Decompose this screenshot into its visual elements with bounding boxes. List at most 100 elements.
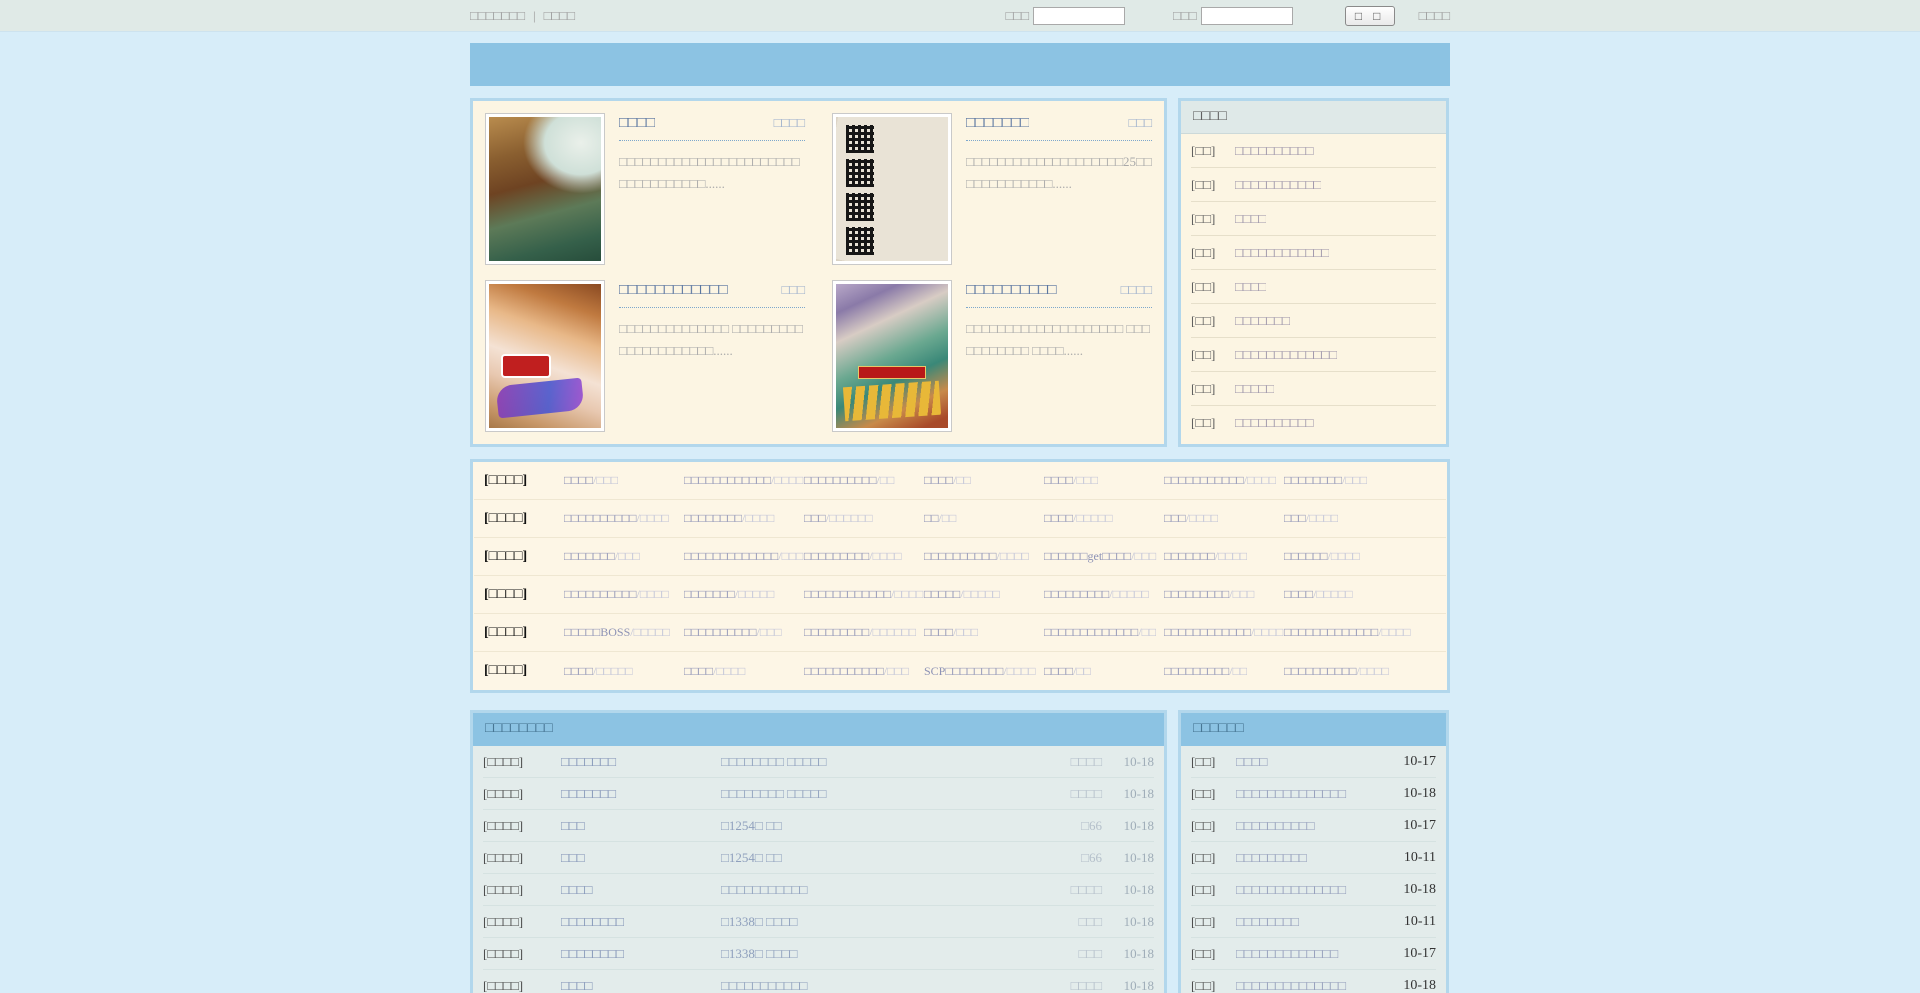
- category-book-link[interactable]: □□□□□□□□□/□□□□: [804, 549, 924, 564]
- book-title-link[interactable]: □□□□: [619, 115, 655, 132]
- ranking-item[interactable]: [□□] □□□□□□□□□□: [1191, 134, 1436, 168]
- category-book-link[interactable]: □□□□□□get□□□□/□□□: [1044, 549, 1164, 564]
- topbar-link-left-1[interactable]: □□□□□□□: [470, 8, 525, 24]
- book-title-link[interactable]: □□□□□□□□□□: [966, 282, 1057, 299]
- update-category-tag: [□□□□]: [483, 754, 561, 770]
- news-row[interactable]: [□□] □□□□□□□□ 10-11: [1191, 906, 1436, 938]
- category-book-link[interactable]: □□□□□□□□□□□□/□□□□: [1164, 625, 1284, 640]
- news-row[interactable]: [□□] □□□□□□□□□□□□□□ 10-18: [1191, 874, 1436, 906]
- news-row[interactable]: [□□] □□□□□□□□□□□□□□ 10-18: [1191, 970, 1436, 993]
- category-book-link[interactable]: □□□□□□□□□□/□□□□: [564, 587, 684, 602]
- category-book-link[interactable]: □□□□□□□□□□□□/□□□□: [804, 587, 924, 602]
- category-book-author: □□□□□: [1316, 587, 1352, 601]
- book-author-link[interactable]: □□□: [1122, 115, 1152, 131]
- category-book-link[interactable]: □□□□□□□□□□□□□/□□□: [684, 549, 804, 564]
- update-date: 10-18: [1102, 850, 1154, 866]
- ranking-item[interactable]: [□□] □□□□: [1191, 270, 1436, 304]
- category-book-link[interactable]: □□□□□□□□□□□/□□□□: [1164, 473, 1284, 488]
- category-book-link[interactable]: □□□□/□□□: [1044, 473, 1164, 488]
- category-book-link[interactable]: □□□□□□□□□□/□□: [804, 473, 924, 488]
- category-book-link[interactable]: □□□□□□□□□□/□□□□: [924, 549, 1044, 564]
- news-date: 10-11: [1390, 850, 1436, 866]
- update-row[interactable]: [□□□□] □□□□ □□□□□□□□□□□ □□□□ 10-18: [483, 874, 1154, 906]
- news-row[interactable]: [□□] □□□□□□□□□□ 10-17: [1191, 810, 1436, 842]
- category-book-link[interactable]: □□□□□□□□□/□□□: [1164, 587, 1284, 602]
- category-book-link[interactable]: □□□□/□□: [924, 473, 1044, 488]
- ranking-item[interactable]: [□□] □□□□□□□□□□□□: [1191, 236, 1436, 270]
- search-button[interactable]: □ □: [1345, 6, 1395, 26]
- category-book-author: □□□□: [745, 511, 774, 525]
- search-input-2[interactable]: [1201, 7, 1293, 25]
- category-book-link[interactable]: □□□/□□□□: [1164, 511, 1284, 526]
- book-author-link[interactable]: □□□: [775, 282, 805, 298]
- book-cover-link[interactable]: [832, 280, 952, 432]
- book-author-link[interactable]: □□□□: [768, 115, 805, 131]
- book-cover-link[interactable]: [485, 280, 605, 432]
- book-author-link[interactable]: □□□□: [1115, 282, 1152, 298]
- news-row[interactable]: [□□] □□□□□□□□□□□□□ 10-17: [1191, 938, 1436, 970]
- update-row[interactable]: [□□□□] □□□□□□□□ □1338□ □□□□ □□□ 10-18: [483, 906, 1154, 938]
- news-row[interactable]: [□□] □□□□□□□□□ 10-11: [1191, 842, 1436, 874]
- category-book-link[interactable]: □□□□/□□□□□: [564, 664, 684, 679]
- ranking-item[interactable]: [□□] □□□□□□□: [1191, 304, 1436, 338]
- ranking-item[interactable]: [□□] □□□□□□□□□□: [1191, 406, 1436, 440]
- news-title: □□□□□□□□□□□□□□: [1236, 978, 1390, 993]
- ranking-item[interactable]: [□□] □□□□□□□□□□□□□: [1191, 338, 1436, 372]
- category-tag: [□□□□]: [474, 625, 564, 641]
- category-book-link[interactable]: □□□□□□□□□□□□/□□□□: [684, 473, 804, 488]
- update-row[interactable]: [□□□□] □□□□□□□ □□□□□□□□ □□□□□ □□□□ 10-18: [483, 746, 1154, 778]
- category-book-link[interactable]: □□□□□□□□/□□□□: [684, 511, 804, 526]
- ranking-item[interactable]: [□□] □□□□: [1191, 202, 1436, 236]
- update-row[interactable]: [□□□□] □□□□□□□□ □1338□ □□□□ □□□ 10-18: [483, 938, 1154, 970]
- category-book-link[interactable]: □□□□□BOSS/□□□□□: [564, 625, 684, 640]
- book-cover-link[interactable]: [485, 113, 605, 265]
- category-book-link[interactable]: □□□□/□□□□□: [1044, 511, 1164, 526]
- latest-updates-panel: □□□□□□□□ [□□□□] □□□□□□□ □□□□□□□□ □□□□□ □…: [470, 710, 1167, 993]
- ranking-item[interactable]: [□□] □□□□□: [1191, 372, 1436, 406]
- category-book-link[interactable]: □□□/□□□□□□: [804, 511, 924, 526]
- category-book-link[interactable]: □□□□□□□□□/□□□□□: [1044, 587, 1164, 602]
- category-book-link[interactable]: SCP□□□□□□□□/□□□□: [924, 664, 1044, 679]
- category-book-link[interactable]: □□□□□□□□/□□□: [1284, 473, 1446, 488]
- category-book-link[interactable]: □□□□□□/□□□□: [1284, 549, 1446, 564]
- topbar-link-left-2[interactable]: □□□□: [544, 8, 575, 24]
- category-book-link[interactable]: □□□□/□□□□: [684, 664, 804, 679]
- update-row[interactable]: [□□□□] □□□□ □□□□□□□□□□□ □□□□ 10-18: [483, 970, 1154, 993]
- category-book-link[interactable]: □□□□□□□/□□□: [564, 549, 684, 564]
- category-book-author: □□□□□: [634, 625, 670, 639]
- category-book-link[interactable]: □□□□□□□□□□□/□□□: [804, 664, 924, 679]
- category-book-author: □□□□: [1007, 664, 1036, 678]
- category-book-link[interactable]: □□□□/□□□: [924, 625, 1044, 640]
- search-input-1[interactable]: [1033, 7, 1125, 25]
- cover-decoration: [858, 366, 926, 379]
- book-title-link[interactable]: □□□□□□□□□□□□: [619, 282, 728, 299]
- ranking-item[interactable]: [□□] □□□□□□□□□□□: [1191, 168, 1436, 202]
- category-book-link[interactable]: □□□□□/□□□□□: [924, 587, 1044, 602]
- category-book-title: □□□□□□□: [684, 587, 735, 601]
- category-book-link[interactable]: □□□□□□□□□□□□□/□□: [1044, 625, 1164, 640]
- update-row[interactable]: [□□□□] □□□ □1254□ □□ □66 10-18: [483, 842, 1154, 874]
- book-cover-link[interactable]: [832, 113, 952, 265]
- book-title-row: □□□□□□□□□□□□ □□□: [619, 282, 805, 308]
- category-book-link[interactable]: □□□□/□□: [1044, 664, 1164, 679]
- book-title-link[interactable]: □□□□□□□: [966, 115, 1029, 132]
- category-book-title: SCP□□□□□□□□: [924, 664, 1003, 678]
- category-book-link[interactable]: □□□□□□□□□□/□□□: [684, 625, 804, 640]
- category-book-link[interactable]: □□□/□□□□: [1284, 511, 1446, 526]
- ranking-item-title: □□□□□: [1235, 381, 1274, 397]
- category-book-link[interactable]: □□□□/□□□: [564, 473, 684, 488]
- update-row[interactable]: [□□□□] □□□ □1254□ □□ □66 10-18: [483, 810, 1154, 842]
- category-book-link[interactable]: □□□□/□□□□□: [1284, 587, 1446, 602]
- news-row[interactable]: [□□] □□□□□□□□□□□□□□ 10-18: [1191, 778, 1436, 810]
- category-book-link[interactable]: □□□□□□□□□/□□□□□□: [804, 625, 924, 640]
- category-book-link[interactable]: □□□□□□□/□□□□□: [684, 587, 804, 602]
- category-book-link[interactable]: □□□□□□□□□□/□□□□: [1284, 664, 1446, 679]
- category-book-link[interactable]: □□/□□: [924, 511, 1044, 526]
- category-book-title: □□□□□□□: [1164, 549, 1215, 563]
- category-book-link[interactable]: □□□□□□□□□/□□: [1164, 664, 1284, 679]
- news-row[interactable]: [□□] □□□□ 10-17: [1191, 746, 1436, 778]
- category-book-link[interactable]: □□□□□□□/□□□□: [1164, 549, 1284, 564]
- update-row[interactable]: [□□□□] □□□□□□□ □□□□□□□□ □□□□□ □□□□ 10-18: [483, 778, 1154, 810]
- category-book-link[interactable]: □□□□□□□□□□/□□□□: [564, 511, 684, 526]
- category-book-link[interactable]: □□□□□□□□□□□□□/□□□□: [1284, 625, 1446, 640]
